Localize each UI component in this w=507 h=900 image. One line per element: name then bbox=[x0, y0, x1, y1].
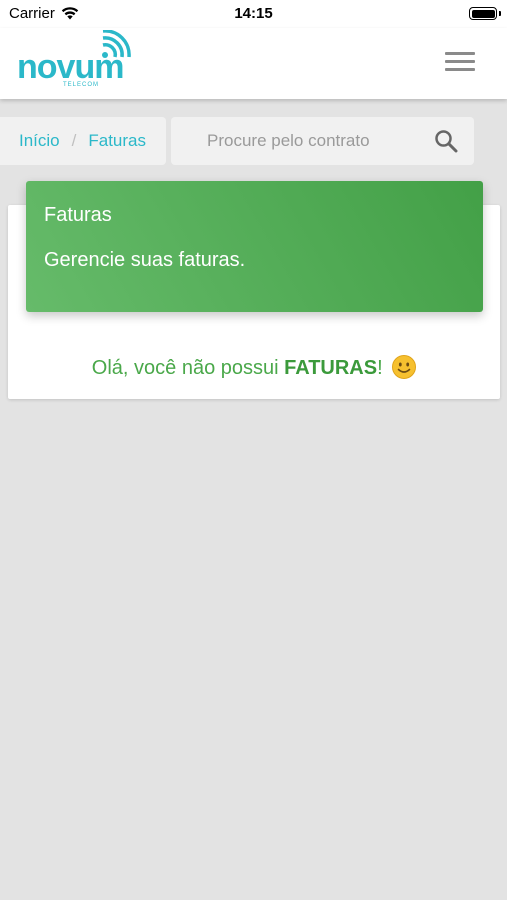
breadcrumb: Início / Faturas bbox=[0, 117, 166, 165]
breadcrumb-separator: / bbox=[71, 131, 77, 150]
logo[interactable]: novum TELECOM bbox=[17, 30, 137, 92]
breadcrumb-faturas-link[interactable]: Faturas bbox=[88, 131, 146, 151]
message-emphasis: FATURAS bbox=[284, 357, 378, 379]
hamburger-menu-button[interactable] bbox=[445, 52, 479, 74]
menu-line-icon bbox=[445, 52, 475, 55]
page-title: Faturas bbox=[44, 204, 112, 226]
contract-search bbox=[171, 117, 474, 165]
battery-icon bbox=[469, 7, 501, 20]
page-banner: Faturas Gerencie suas faturas. bbox=[26, 181, 483, 312]
page-subtitle: Gerencie suas faturas. bbox=[44, 249, 246, 271]
search-input[interactable] bbox=[171, 117, 426, 165]
message-suffix: ! bbox=[377, 357, 383, 379]
menu-line-icon bbox=[445, 68, 475, 71]
logo-text: novum bbox=[17, 48, 124, 86]
breadcrumb-home-link[interactable]: Início bbox=[19, 131, 60, 151]
status-time: 14:15 bbox=[234, 5, 273, 22]
search-icon[interactable] bbox=[434, 129, 458, 153]
message-prefix: Olá, você não possui bbox=[91, 357, 285, 379]
empty-invoices-message: Olá, você não possui FATURAS! bbox=[8, 355, 500, 380]
status-bar: Carrier 14:15 bbox=[0, 0, 507, 28]
menu-line-icon bbox=[445, 60, 475, 63]
logo-subtext: TELECOM bbox=[63, 82, 100, 88]
smiley-icon bbox=[392, 355, 417, 379]
app-header: novum TELECOM bbox=[0, 28, 507, 99]
